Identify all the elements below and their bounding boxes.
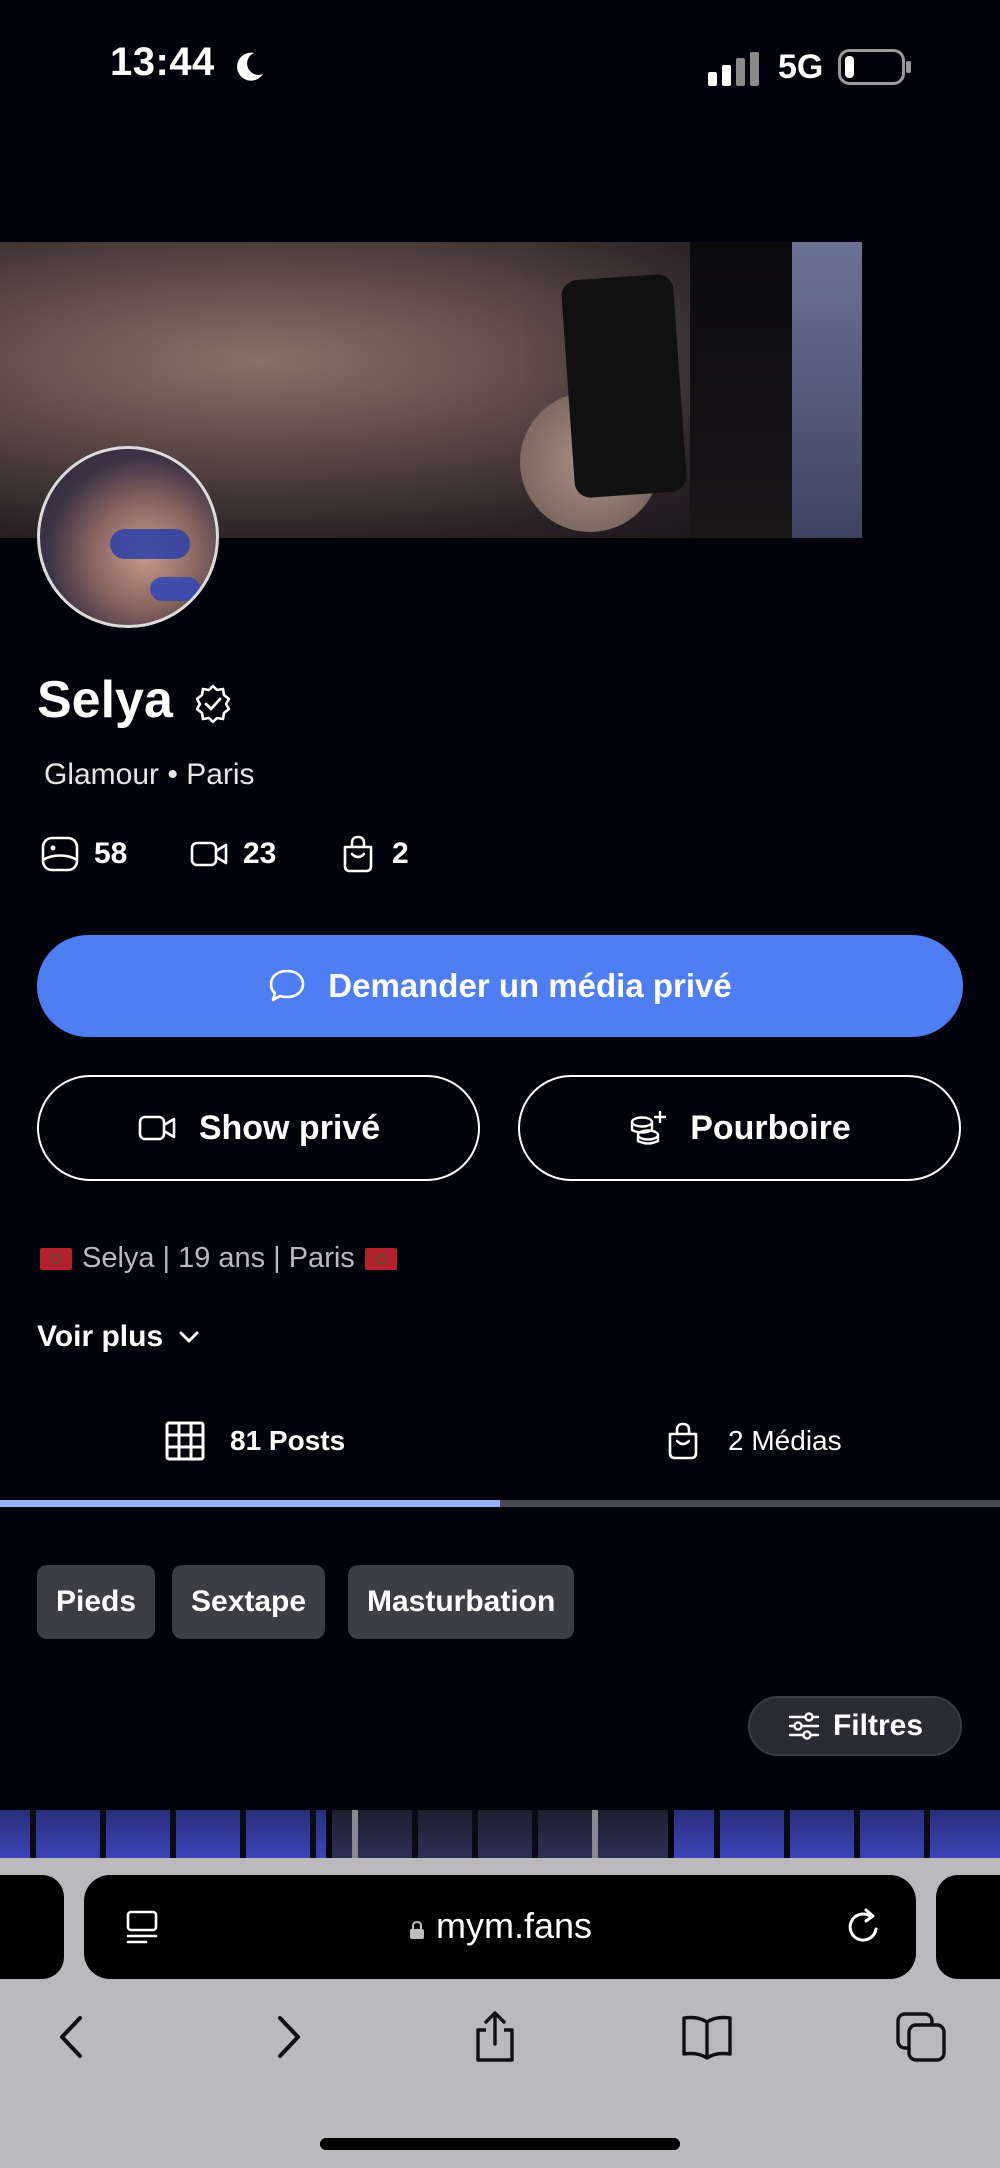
coins-plus-icon [631,1110,667,1145]
tab-posts[interactable]: 81 Posts [164,1418,345,1464]
stat-photos: 58 [40,834,127,874]
grid-icon [165,1421,205,1461]
media-grid [0,1810,1000,1858]
video-camera-icon [138,1115,176,1141]
media-thumbnail[interactable] [674,1810,1000,1858]
next-tab-preview[interactable] [936,1875,1000,1979]
flag-morocco-icon [364,1247,397,1270]
forward-icon[interactable] [260,2010,314,2064]
shopping-bag-icon [668,1422,698,1460]
share-icon[interactable] [468,2010,522,2064]
chat-bubble-icon [269,969,305,1002]
sliders-icon [788,1712,820,1740]
moon-icon [237,52,263,81]
stat-videos-count: 23 [243,837,277,870]
tab-medias-label: 2 Médias [728,1425,842,1456]
video-icon [190,841,228,867]
battery-icon [838,49,911,85]
bio-separator: | [162,1242,171,1274]
tab-active-indicator [0,1500,500,1507]
network-label: 5G [778,48,824,86]
see-more-label: Voir plus [37,1320,164,1353]
bio-name: Selya [82,1242,155,1274]
flag-morocco-icon [40,1247,72,1270]
bio-separator: | [273,1242,281,1274]
private-show-button[interactable]: Show privé [37,1075,480,1181]
signal-icon [708,52,759,86]
avatar[interactable] [37,446,219,628]
url-display[interactable]: mym.fans [84,1905,916,1947]
previous-tab-preview[interactable] [0,1875,64,1979]
stat-medias: 2 [338,834,409,874]
home-indicator [320,2138,680,2150]
verified-badge-icon [195,684,231,724]
reload-icon[interactable] [842,1905,886,1949]
status-time: 13:44 [110,40,215,84]
lock-icon [409,1921,424,1939]
private-show-label: Show privé [198,1108,381,1147]
shopping-bag-icon [343,835,373,873]
see-more-button[interactable]: Voir plus [37,1320,203,1354]
stat-medias-count: 2 [392,837,409,870]
tab-medias[interactable]: 2 Médias [662,1418,842,1464]
bio-city: Paris [288,1242,355,1274]
tabs-icon[interactable] [894,2010,948,2064]
chip-pieds[interactable]: Pieds [37,1565,156,1639]
chevron-down-icon [179,1331,199,1343]
stat-videos: 23 [189,834,276,874]
profile-name: Selya [37,671,173,729]
bookmarks-icon[interactable] [680,2010,734,2064]
address-bar[interactable]: mym.fans [84,1875,916,1979]
profile-subtitle: Glamour • Paris [44,758,255,791]
bio-text: Selya | 19 ans | Paris [40,1242,397,1275]
media-thumbnail[interactable] [332,1810,668,1858]
filters-label: Filtres [832,1709,924,1742]
tab-posts-label: 81 Posts [230,1425,346,1456]
media-thumbnail[interactable] [0,1810,326,1858]
photo-icon [41,836,79,872]
chip-masturbation[interactable]: Masturbation [348,1565,575,1639]
bio-age: 19 ans [178,1242,266,1274]
chip-sextape[interactable]: Sextape [172,1565,326,1639]
tip-button[interactable]: Pourboire [518,1075,961,1181]
url-text: mym.fans [435,1905,593,1946]
filters-button[interactable]: Filtres [748,1696,962,1756]
back-icon[interactable] [46,2010,100,2064]
tip-label: Pourboire [690,1108,851,1147]
stat-photos-count: 58 [94,837,128,870]
request-private-media-label: Demander un média privé [328,967,732,1004]
request-private-media-button[interactable]: Demander un média privé [37,935,963,1037]
